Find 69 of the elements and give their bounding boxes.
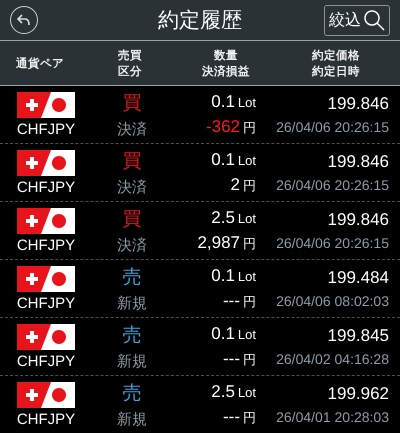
trade-type: 決済 bbox=[117, 120, 147, 139]
flag-icon bbox=[17, 208, 75, 234]
trade-type: 新規 bbox=[117, 410, 147, 429]
column-header: 数量 決済損益 bbox=[201, 46, 251, 80]
quantity: 0.1 bbox=[211, 266, 235, 286]
currency-pair: CHFJPY bbox=[16, 120, 76, 138]
quantity: 2.5 bbox=[211, 208, 235, 228]
trade-side: 売 bbox=[122, 265, 142, 290]
trade-side: 売 bbox=[122, 381, 142, 406]
quantity: 0.1 bbox=[211, 324, 235, 344]
unit-label: 円 bbox=[243, 409, 256, 427]
profit-loss: 2,987 bbox=[197, 233, 240, 253]
unit-label: Lot bbox=[238, 211, 256, 226]
trade-side: 買 bbox=[122, 207, 142, 232]
window-title: 約定履歴 bbox=[158, 8, 242, 32]
flag-icon bbox=[17, 92, 75, 118]
unit-label: 円 bbox=[243, 177, 256, 195]
trade-type: 新規 bbox=[117, 352, 147, 371]
trade-datetime: 26/04/06 20:26:15 bbox=[276, 235, 389, 251]
trade-datetime: 26/04/06 20:26:15 bbox=[276, 119, 389, 135]
trade-type: 決済 bbox=[117, 236, 147, 255]
column-header: 通貨ペア bbox=[15, 54, 65, 72]
unit-label: Lot bbox=[238, 269, 256, 284]
back-button[interactable] bbox=[10, 6, 38, 34]
trade-type: 決済 bbox=[117, 178, 147, 197]
profit-loss: --- bbox=[223, 291, 240, 311]
unit-label: Lot bbox=[238, 95, 256, 110]
profit-loss: -362 bbox=[206, 117, 240, 137]
unit-label: Lot bbox=[238, 327, 256, 342]
unit-label: 円 bbox=[243, 119, 256, 137]
search-icon bbox=[363, 9, 385, 31]
profit-loss: --- bbox=[223, 407, 240, 427]
quantity: 0.1 bbox=[211, 150, 235, 170]
currency-pair: CHFJPY bbox=[16, 410, 76, 428]
profit-loss: --- bbox=[223, 349, 240, 369]
trade-type: 新規 bbox=[117, 294, 147, 313]
trade-side: 売 bbox=[122, 323, 142, 348]
filter-button[interactable]: 絞込 bbox=[324, 4, 390, 36]
trade-price: 199.846 bbox=[328, 152, 389, 172]
unit-label: 円 bbox=[243, 235, 256, 253]
trade-price: 199.846 bbox=[328, 94, 389, 114]
column-header: 約定価格 約定日時 bbox=[310, 46, 361, 80]
currency-pair: CHFJPY bbox=[16, 178, 76, 196]
quantity: 0.1 bbox=[211, 92, 235, 112]
trade-price: 199.846 bbox=[328, 210, 389, 230]
flag-icon bbox=[17, 266, 75, 292]
quantity: 2.5 bbox=[211, 382, 235, 402]
trade-price: 199.962 bbox=[328, 384, 389, 404]
trade-price: 199.845 bbox=[328, 326, 389, 346]
trade-datetime: 26/04/01 20:28:03 bbox=[276, 409, 389, 425]
trade-side: 買 bbox=[122, 149, 142, 174]
unit-label: 円 bbox=[243, 351, 256, 369]
unit-label: Lot bbox=[238, 153, 256, 168]
column-header: 売買 区分 bbox=[117, 46, 143, 80]
currency-pair: CHFJPY bbox=[16, 236, 76, 254]
trade-price: 199.484 bbox=[328, 268, 389, 288]
trade-datetime: 26/04/02 04:16:28 bbox=[276, 351, 389, 367]
unit-label: Lot bbox=[238, 385, 256, 400]
reply-arrow-icon bbox=[17, 14, 31, 26]
trade-datetime: 26/04/06 08:02:03 bbox=[276, 293, 389, 309]
flag-icon bbox=[17, 382, 75, 408]
flag-icon bbox=[17, 324, 75, 350]
trade-datetime: 26/04/06 20:26:15 bbox=[276, 177, 389, 193]
unit-label: 円 bbox=[243, 293, 256, 311]
trade-side: 買 bbox=[122, 91, 142, 116]
currency-pair: CHFJPY bbox=[16, 294, 76, 312]
flag-icon bbox=[17, 150, 75, 176]
currency-pair: CHFJPY bbox=[16, 352, 76, 370]
profit-loss: 2 bbox=[230, 175, 240, 195]
